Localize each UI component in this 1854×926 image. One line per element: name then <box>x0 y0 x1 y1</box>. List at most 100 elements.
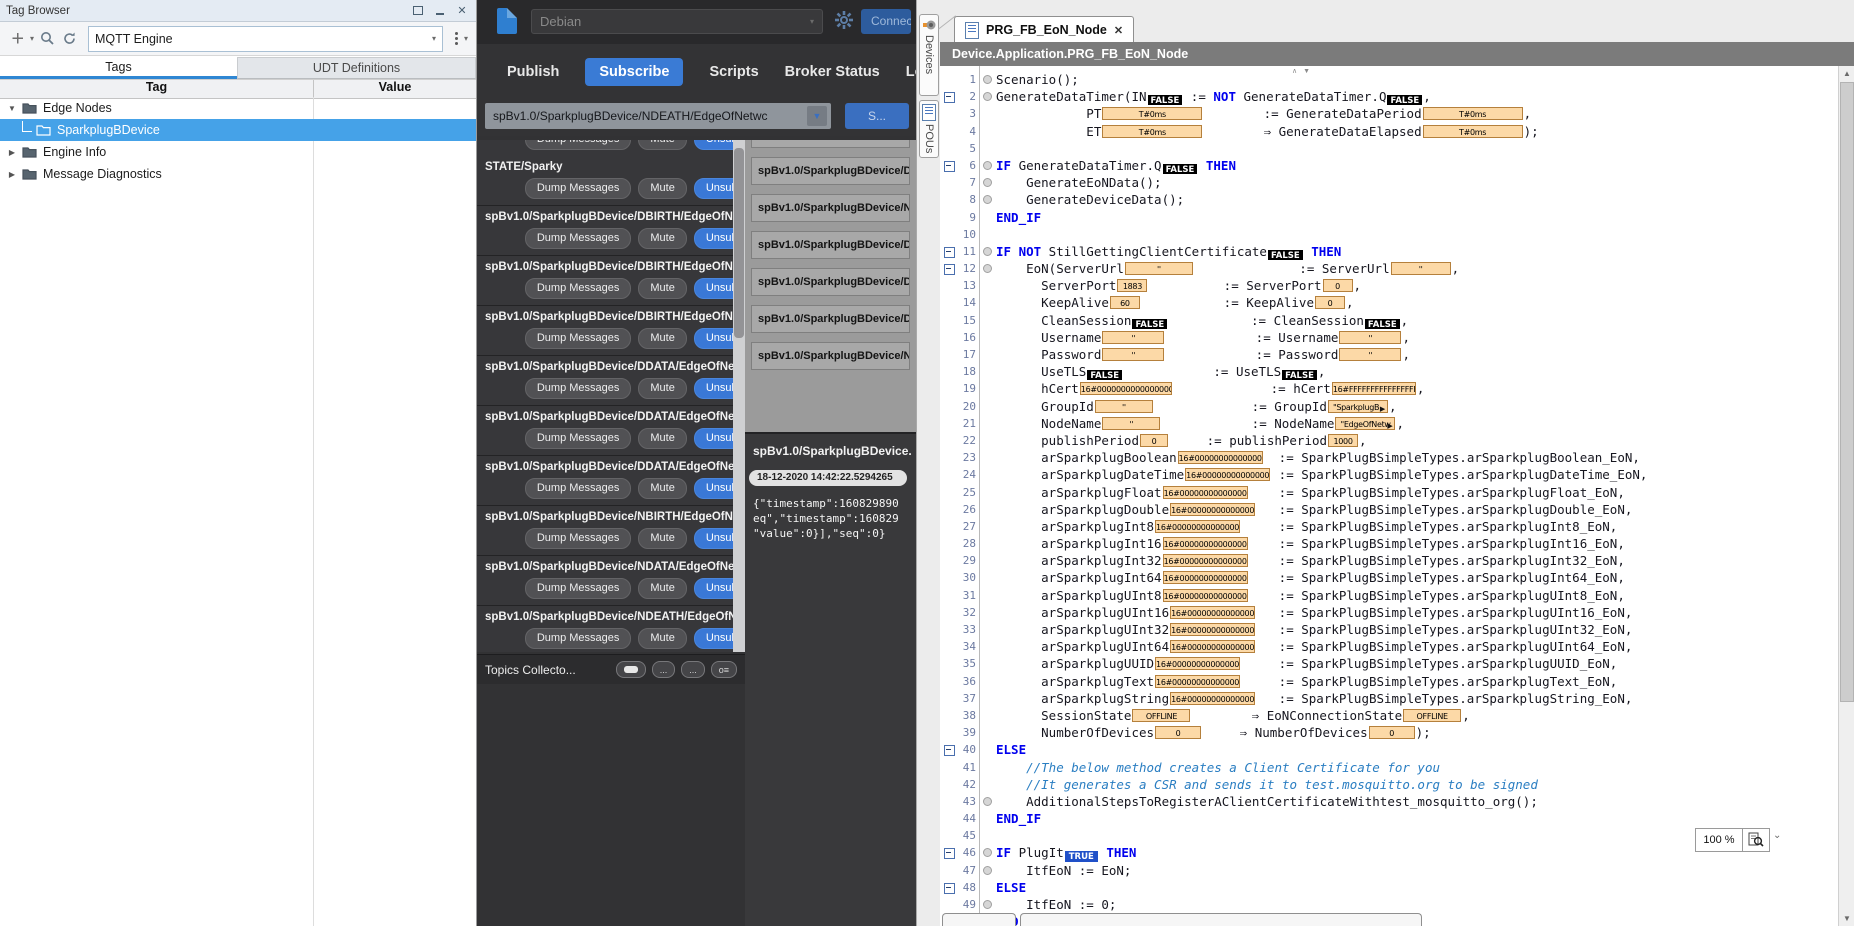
breakpoint-margin[interactable] <box>979 226 996 243</box>
button-mute[interactable]: Mute <box>638 228 686 249</box>
monitor-value-box[interactable]: "SparkplugB▶ <box>1328 400 1388 413</box>
tree-row-engine-info[interactable]: ▶ Engine Info <box>0 141 476 163</box>
breakpoint-margin[interactable] <box>979 501 996 518</box>
options-caret-icon[interactable]: ▾ <box>464 34 468 43</box>
tag-browser-titlebar[interactable]: Tag Browser ✕ <box>0 0 476 22</box>
editor-tab-prg-fb-eon-node[interactable]: PRG_FB_EoN_Node ✕ <box>954 16 1134 43</box>
button-unsubscribe[interactable]: Unsubscribe <box>694 378 733 399</box>
collector-more-button-2[interactable]: ... <box>681 661 705 678</box>
breakpoint-margin[interactable] <box>979 810 996 827</box>
breakpoint-margin[interactable] <box>979 535 996 552</box>
tree-expander-icon[interactable]: ▶ <box>6 170 18 179</box>
fold-toggle[interactable] <box>940 879 958 896</box>
collector-toggle-button[interactable] <box>616 661 646 678</box>
topic-input[interactable]: spBv1.0/SparkplugBDevice/NDEATH/EdgeOfNe… <box>485 103 831 129</box>
fold-toggle[interactable] <box>940 88 958 105</box>
button-mute[interactable]: Mute <box>638 140 686 150</box>
button-unsubscribe[interactable]: Unsubscribe <box>694 628 733 649</box>
monitor-value-box[interactable]: OFFLINE <box>1403 709 1461 722</box>
breakpoint-margin[interactable] <box>979 552 996 569</box>
monitor-value-box[interactable]: '' <box>1102 348 1164 361</box>
collapse-minus-icon[interactable] <box>944 883 955 894</box>
breakpoint-margin[interactable] <box>979 329 996 346</box>
refresh-button[interactable] <box>60 30 78 48</box>
button-dump-messages[interactable]: Dump Messages <box>525 378 632 399</box>
breakpoint-margin[interactable] <box>979 621 996 638</box>
monitor-value-box[interactable]: 16#000000000000000 <box>1163 486 1248 499</box>
monitor-value-box[interactable]: 16#000000000000000 <box>1155 657 1240 670</box>
add-tag-caret-icon[interactable]: ▾ <box>30 34 34 43</box>
monitor-value-box[interactable]: '' <box>1102 331 1164 344</box>
breakpoint-margin[interactable] <box>979 432 996 449</box>
breakpoint-margin[interactable] <box>979 879 996 896</box>
message-item[interactable]: spBv1.0/SparkplugBDevice/DDAT <box>751 305 910 333</box>
code-area[interactable]: 1Scenario();2GenerateDataTimer(INFALSE :… <box>940 66 1838 926</box>
monitor-value-box[interactable]: 16#000000000000000 <box>1163 571 1248 584</box>
breakpoint-margin[interactable] <box>979 466 996 483</box>
breakpoint-margin[interactable] <box>979 827 996 844</box>
monitor-value-box[interactable]: 16#000000000000000 <box>1155 675 1240 688</box>
monitor-value-box[interactable]: '' <box>1095 400 1153 413</box>
topic-dropdown-button[interactable]: ▼ <box>807 106 827 126</box>
tree-expander-icon[interactable]: ▶ <box>6 148 18 157</box>
monitor-value-box[interactable]: 16#000000000000000 <box>1155 520 1240 533</box>
button-mute[interactable]: Mute <box>638 628 686 649</box>
collapse-minus-icon[interactable] <box>944 161 955 172</box>
tag-provider-select[interactable]: MQTT Engine ▾ <box>88 26 443 52</box>
monitor-value-box[interactable]: OFFLINE <box>1132 709 1190 722</box>
monitor-value-box[interactable]: T#0ms <box>1102 107 1202 120</box>
button-unsubscribe[interactable]: Unsubscribe <box>694 228 733 249</box>
message-item-partial[interactable] <box>751 140 910 148</box>
monitor-value-box[interactable]: 0 <box>1140 434 1168 447</box>
breakpoint-margin[interactable] <box>979 484 996 501</box>
editor-scrollbar-thumb[interactable] <box>1840 82 1854 702</box>
subscription-scrollbar[interactable] <box>733 140 745 652</box>
fold-toggle[interactable] <box>940 157 958 174</box>
button-dump-messages[interactable]: Dump Messages <box>525 140 632 150</box>
monitor-value-box[interactable]: 16#000000000000000 <box>1163 589 1248 602</box>
editor-zoom-level[interactable]: 100 % <box>1695 828 1743 852</box>
button-unsubscribe[interactable]: Unsubscribe <box>694 578 733 599</box>
button-dump-messages[interactable]: Dump Messages <box>525 478 632 499</box>
button-mute[interactable]: Mute <box>638 578 686 599</box>
breakpoint-margin[interactable] <box>979 174 996 191</box>
editor-magnifier-button[interactable] <box>1742 828 1770 852</box>
monitor-bool-box[interactable]: FALSE <box>1268 250 1303 260</box>
monitor-bool-box[interactable]: FALSE <box>1365 319 1400 329</box>
message-item[interactable]: spBv1.0/SparkplugBDevice/NDAT <box>751 194 910 222</box>
button-unsubscribe[interactable]: Unsubscribe <box>694 278 733 299</box>
button-unsubscribe[interactable]: Unsubscribe <box>694 528 733 549</box>
settings-button[interactable] <box>834 10 854 33</box>
breakpoint-margin[interactable] <box>979 793 996 810</box>
button-mute[interactable]: Mute <box>638 378 686 399</box>
breakpoint-margin[interactable] <box>979 294 996 311</box>
bottom-tab-1[interactable] <box>942 913 1016 926</box>
tree-row-sparkplugbdevice[interactable]: SparkplugBDevice <box>0 119 476 141</box>
fold-toggle[interactable] <box>940 741 958 758</box>
mqtt-tab-scripts[interactable]: Scripts <box>709 64 758 80</box>
scroll-down-icon[interactable]: ▼ <box>1839 911 1854 926</box>
options-menu-button[interactable] <box>453 32 460 45</box>
breakpoint-margin[interactable] <box>979 707 996 724</box>
breakpoint-margin[interactable] <box>979 363 996 380</box>
breakpoint-margin[interactable] <box>979 191 996 208</box>
collapse-minus-icon[interactable] <box>944 92 955 103</box>
breakpoint-margin[interactable] <box>979 380 996 397</box>
collapse-minus-icon[interactable] <box>944 745 955 756</box>
scrollbar-thumb[interactable] <box>734 148 744 338</box>
message-item[interactable]: spBv1.0/SparkplugBDevice/DDAT <box>751 231 910 259</box>
button-mute[interactable]: Mute <box>638 328 686 349</box>
breakpoint-margin[interactable] <box>979 724 996 741</box>
breakpoint-margin[interactable] <box>979 449 996 466</box>
close-tab-icon[interactable]: ✕ <box>1114 24 1123 37</box>
bottom-tab-2[interactable] <box>1020 913 1422 926</box>
breakpoint-margin[interactable] <box>979 209 996 226</box>
monitor-value-box[interactable]: 60 <box>1110 296 1140 309</box>
monitor-value-box[interactable]: 0 <box>1323 279 1353 292</box>
mqtt-tab-broker-status[interactable]: Broker Status <box>785 64 880 80</box>
monitor-value-box[interactable]: 16#000000000000000 <box>1185 468 1270 481</box>
tree-row-message-diagnostics[interactable]: ▶ Message Diagnostics <box>0 163 476 185</box>
breakpoint-margin[interactable] <box>979 105 996 122</box>
breakpoint-margin[interactable] <box>979 140 996 157</box>
breakpoint-margin[interactable] <box>979 88 996 105</box>
